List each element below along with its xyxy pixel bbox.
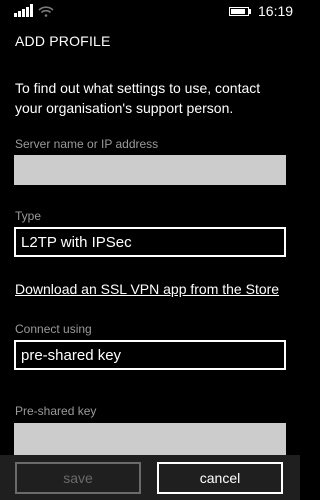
type-select-value: L2TP with IPSec (21, 234, 132, 251)
status-bar: 16:19 (0, 0, 300, 22)
type-select[interactable]: L2TP with IPSec (14, 227, 286, 257)
battery-icon (229, 7, 249, 16)
connect-using-value: pre-shared key (21, 347, 122, 364)
save-button[interactable]: save (15, 462, 141, 494)
signal-bars-icon (14, 4, 34, 17)
battery-tip (249, 9, 251, 14)
pre-shared-key-label: Pre-shared key (15, 404, 97, 418)
type-label: Type (15, 209, 42, 223)
connect-using-select[interactable]: pre-shared key (14, 340, 286, 370)
store-link[interactable]: Download an SSL VPN app from the Store (15, 281, 279, 297)
connect-using-label: Connect using (15, 322, 92, 336)
battery-level (231, 9, 245, 14)
clock: 16:19 (258, 3, 294, 19)
server-input[interactable] (14, 155, 286, 185)
server-label: Server name or IP address (15, 137, 159, 151)
cancel-button[interactable]: cancel (157, 462, 283, 494)
wifi-icon (38, 6, 54, 17)
intro-text: To find out what settings to use, contac… (15, 80, 261, 116)
pre-shared-key-input[interactable] (14, 423, 286, 455)
page-title: ADD PROFILE (15, 33, 111, 49)
